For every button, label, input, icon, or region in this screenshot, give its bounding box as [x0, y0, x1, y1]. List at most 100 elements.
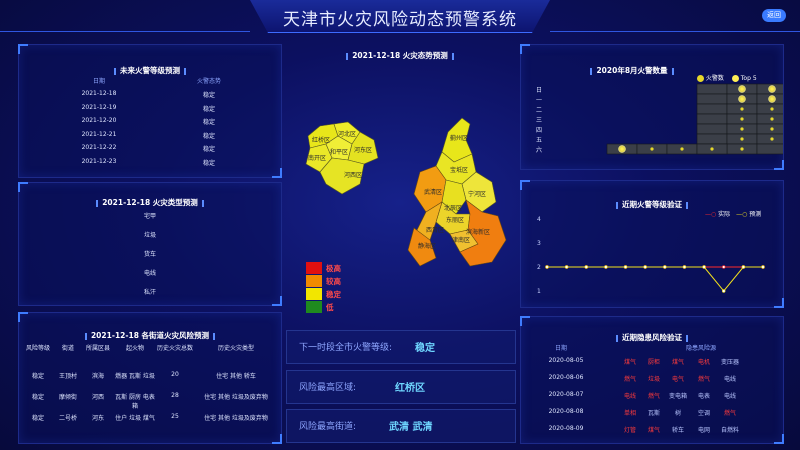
forecast-title: 未来火警等级预测: [120, 66, 180, 75]
map-label: 蓟州区: [450, 134, 468, 142]
fire-type-panel: 2021-12-18 火灾类型预测 宅甲 垃圾 货车 电线 私汗: [18, 182, 282, 306]
street-cell: 28: [171, 392, 179, 399]
map-label: 武清区: [424, 188, 442, 196]
calendar-cell: [696, 113, 728, 125]
street-cell: 稳定: [31, 415, 44, 422]
calendar-cell: [756, 123, 783, 135]
fire-count-point: [770, 107, 774, 111]
hazard-item: 燃气: [647, 393, 660, 400]
top-district-label: 风险最高区域:: [299, 383, 357, 393]
series-point-1: [564, 265, 569, 269]
street-cell: 25: [171, 413, 179, 420]
street-cell: 燃器 瓦斯 垃圾: [115, 373, 155, 380]
top-street-label: 风险最高街道:: [299, 422, 357, 432]
back-button[interactable]: 返回: [762, 9, 786, 22]
forecast-status: 稳定: [202, 159, 215, 167]
map-label: 河东区: [354, 146, 372, 154]
top5-point: [768, 95, 776, 103]
street-col-header: 风险等级: [25, 345, 50, 352]
forecast-date: 2021-12-19: [81, 103, 117, 111]
top5-point: [738, 95, 746, 103]
hazard-date: 2020-08-09: [548, 425, 584, 432]
fire-type-item: 宅甲: [143, 213, 156, 220]
map-label: 滨海新区: [466, 228, 490, 236]
street-col-header: 历史火灾总数: [156, 345, 193, 352]
street-col-header: 历史火灾类型: [217, 345, 254, 352]
forecast-status: 稳定: [202, 146, 215, 153]
legend-label: 稳定: [326, 290, 341, 299]
map-label: 宁河区: [468, 190, 486, 198]
hazard-item: 轿车: [671, 427, 684, 434]
hazard-item: 树: [674, 410, 681, 417]
street-col-header: 街道: [61, 345, 74, 352]
street-cell: 瓦斯 厨房 电表箱: [115, 394, 155, 410]
hazard-item: 自燃料: [720, 427, 739, 434]
hazard-item: 单相: [623, 410, 636, 417]
series-point-1: [623, 265, 628, 269]
series-point-1: [584, 265, 588, 269]
map-label: 宝坻区: [450, 166, 468, 174]
map-area: 2021-12-18 火灾态势预测 红桥区 河北区 南开区 和平区 河东区 河西…: [286, 44, 514, 314]
fire-type-title: 2021-12-18 火灾类型预测: [102, 198, 198, 207]
august-panel: 2020年8月火警数量 火警数 Top 5 日一二三四五六: [520, 44, 784, 170]
map-label: 西青区: [426, 226, 444, 234]
forecast-status: 稳定: [202, 105, 215, 113]
series-point-1: [643, 265, 647, 269]
fire-count-point: [770, 117, 774, 121]
street-cell: 二号桥: [58, 415, 77, 422]
august-calendar-chart: [606, 83, 783, 155]
series-point-1: [663, 265, 667, 269]
map-label: 津南区: [452, 236, 470, 244]
fire-count-point: [740, 117, 744, 121]
top-street-box: 风险最高街道: 武清 武清: [286, 409, 516, 443]
next-level-value: 稳定: [415, 343, 435, 354]
next-level-label: 下一时段全市火警等级:: [299, 343, 393, 353]
hazard-item: 煤气: [647, 427, 660, 434]
fire-type-item: 私汗: [143, 289, 156, 296]
forecast-date: 2021-12-20: [81, 117, 117, 124]
hazard-item: 变压器: [720, 359, 739, 366]
street-cell: 住宅 其他 垃圾及废弃物: [204, 415, 268, 422]
calendar-cell: [696, 83, 728, 95]
street-cell: 王顶村: [58, 373, 77, 380]
fire-count-point: [740, 107, 744, 111]
hazard-item: 瓦斯: [647, 410, 660, 417]
street-col-header: 起火物: [125, 345, 144, 352]
fire-count-point: [710, 147, 714, 151]
street-cell: 滨海: [91, 373, 104, 380]
top5-point: [618, 145, 626, 153]
street-cell: 稳定: [31, 394, 44, 401]
legend-swatch-low: [306, 301, 322, 313]
hazard-item: 电表: [697, 393, 710, 400]
map-label: 红桥区: [312, 136, 330, 144]
top-street-value: 武清 武清: [389, 422, 433, 433]
series-point-1: [741, 265, 746, 269]
map-label: 南开区: [308, 154, 326, 162]
forecast-col-status: 火警态势: [196, 78, 221, 85]
validation-line-chart: 1 2 3 4: [537, 216, 765, 295]
header: 天津市火灾风险动态预警系统 返回: [0, 0, 800, 34]
y-tick-label: 3: [537, 240, 541, 247]
series-point-1: [682, 265, 687, 269]
top5-point: [738, 85, 746, 93]
series-point-1: [604, 265, 608, 269]
map-label: 和平区: [330, 148, 348, 156]
map-label: 静海区: [418, 242, 436, 250]
hazard-panel: 近期隐患风险验证 日期 隐患风险源 2020-08-05 煤气 厨柜 煤气 电机 变压器 2…: [520, 316, 784, 444]
hazard-date: 2020-08-08: [548, 408, 584, 415]
hazard-item: 电气: [671, 376, 684, 383]
fire-count-point: [650, 147, 654, 151]
fire-type-item: 电线: [143, 270, 156, 277]
forecast-date: 2021-12-18: [81, 90, 117, 97]
calendar-cell: [696, 123, 728, 135]
map-label: 河北区: [338, 130, 356, 138]
legend-label: 低: [326, 303, 334, 312]
legend-swatch-stable: [306, 288, 322, 300]
street-cell: 住宅 其他 垃圾及废弃物: [204, 394, 268, 401]
forecast-status: 稳定: [202, 132, 215, 140]
forecast-date: 2021-12-23: [81, 157, 117, 165]
calendar-cell: [756, 113, 783, 125]
street-cell: 住户 垃圾 煤气: [115, 415, 155, 422]
map-label: 河西区: [344, 171, 362, 179]
forecast-panel: 未来火警等级预测 日期 火警态势 2021-12-18 稳定 2021-12-19 稳…: [18, 44, 282, 178]
